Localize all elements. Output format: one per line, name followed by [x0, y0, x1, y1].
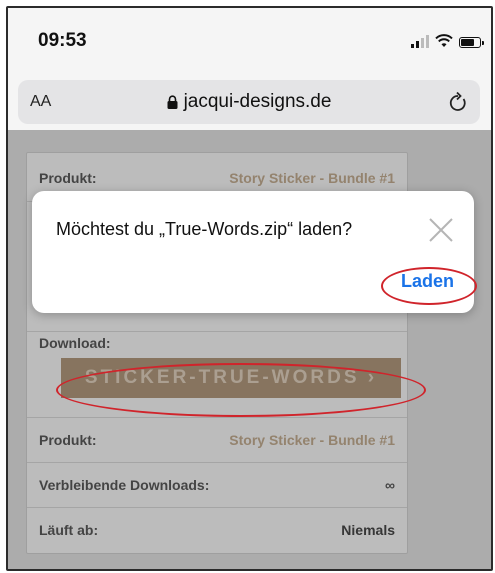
highlight-ring-download: [56, 363, 426, 417]
close-icon[interactable]: [426, 215, 456, 245]
battery-icon: [459, 37, 484, 48]
status-icons: [411, 34, 484, 48]
address-bar[interactable]: AA jacqui-designs.de: [18, 80, 480, 124]
phone-screen: 09:53 AA jacqui-designs.de Produkt: Stor…: [6, 6, 493, 571]
lock-icon: [167, 95, 178, 109]
status-bar: 09:53: [8, 8, 491, 70]
wifi-icon: [435, 34, 453, 47]
dialog-message: Möchtest du „True-Words.zip“ laden?: [56, 219, 353, 239]
highlight-ring-load: [381, 267, 477, 305]
url-text: jacqui-designs.de: [183, 91, 332, 112]
reload-icon[interactable]: [448, 91, 468, 113]
status-time: 09:53: [38, 30, 87, 51]
cellular-signal-icon: [411, 34, 429, 48]
url-field[interactable]: jacqui-designs.de: [18, 91, 480, 113]
